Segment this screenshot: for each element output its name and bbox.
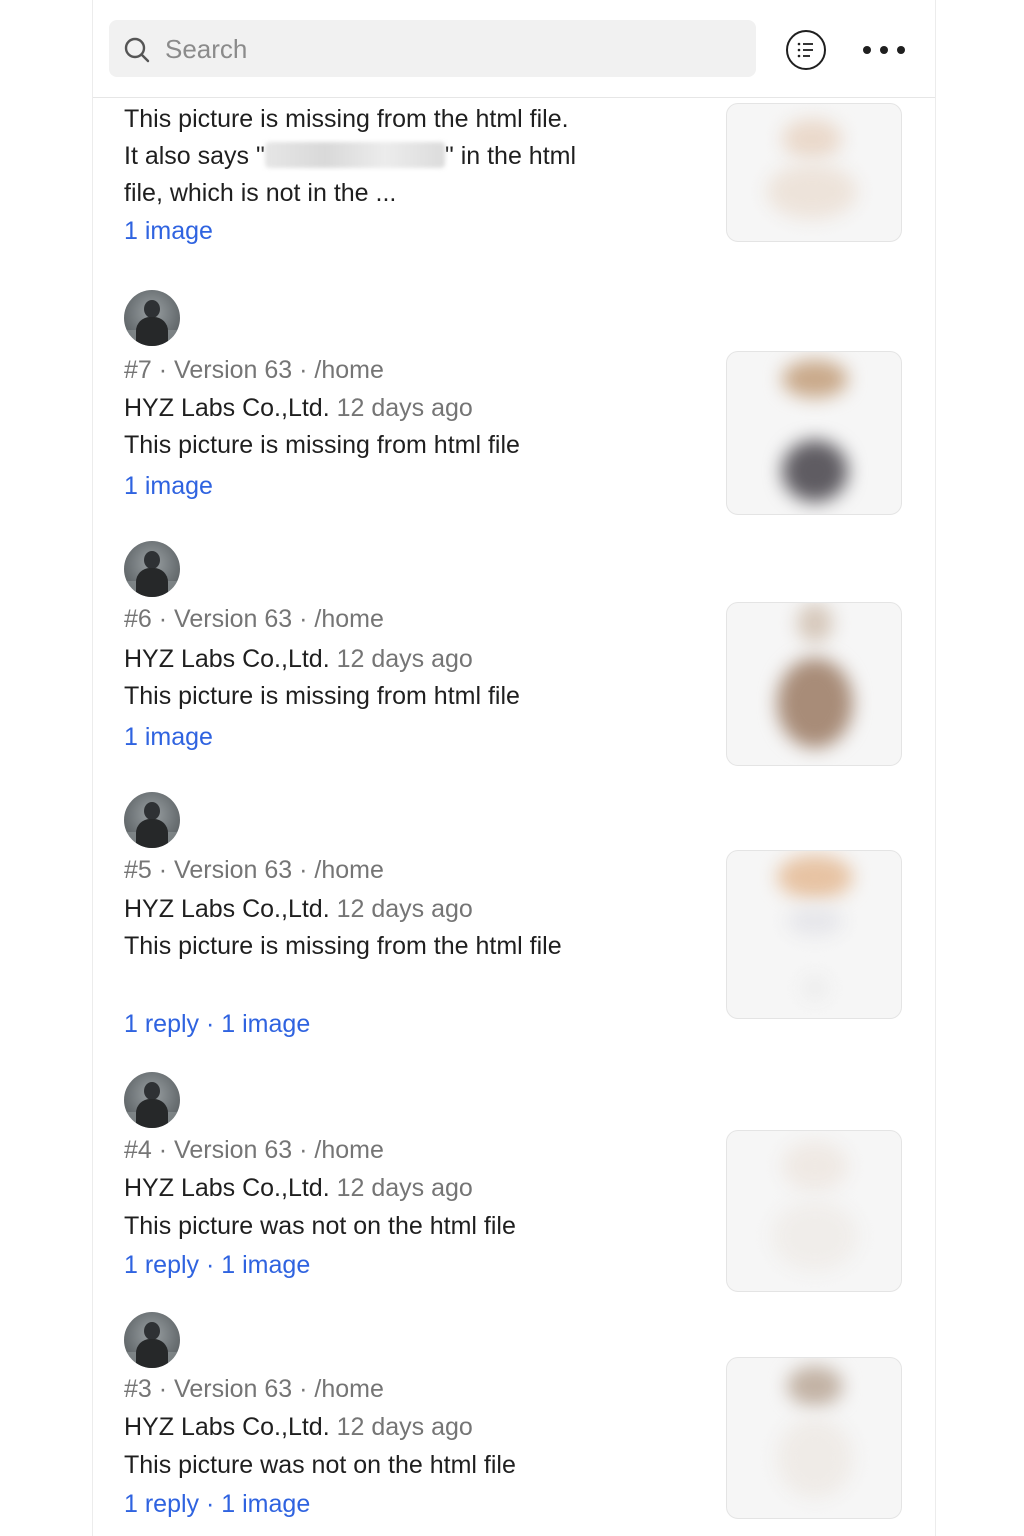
reply-link[interactable]: 1 reply <box>124 1251 199 1279</box>
reply-link[interactable]: 1 reply <box>124 1490 199 1518</box>
image-link[interactable]: 1 image <box>124 472 213 500</box>
comment-links: 1 reply · 1 image <box>124 1010 311 1038</box>
avatar <box>124 1072 180 1128</box>
comment-text: This picture is missing from html file <box>124 431 520 459</box>
avatar <box>124 290 180 346</box>
comment-thumbnail[interactable] <box>726 103 902 242</box>
comment-thumbnail[interactable] <box>726 850 902 1019</box>
comment-author-line: HYZ Labs Co.,Ltd. 12 days ago <box>124 1413 473 1442</box>
image-link[interactable]: 1 image <box>221 1251 310 1279</box>
author-name: HYZ Labs Co.,Ltd. <box>124 895 330 923</box>
image-link[interactable]: 1 image <box>124 723 213 751</box>
comment-text: This picture is missing from html file <box>124 682 520 710</box>
comment-author-line: HYZ Labs Co.,Ltd. 12 days ago <box>124 895 473 924</box>
timestamp: 12 days ago <box>336 895 473 923</box>
search-icon <box>124 37 150 63</box>
filter-list-icon <box>797 42 813 58</box>
avatar <box>124 541 180 597</box>
reply-link[interactable]: 1 reply <box>124 1010 199 1038</box>
avatar <box>124 792 180 848</box>
comment-text: This picture was not on the html file <box>124 1212 516 1240</box>
comment-thumbnail[interactable] <box>726 1357 902 1519</box>
comment-meta: #4 · Version 63 · /home <box>124 1136 384 1164</box>
image-link[interactable]: 1 image <box>221 1490 310 1518</box>
comments-panel: This picture is missing from the html fi… <box>92 0 936 1536</box>
comment-text: This picture was not on the html file <box>124 1451 516 1479</box>
more-horizontal-icon <box>863 46 871 54</box>
comment-author-line: HYZ Labs Co.,Ltd. 12 days ago <box>124 394 473 423</box>
toolbar <box>93 0 935 98</box>
comment-thumbnail[interactable] <box>726 1130 902 1292</box>
author-name: HYZ Labs Co.,Ltd. <box>124 394 330 422</box>
timestamp: 12 days ago <box>336 394 473 422</box>
comment-links: 1 image <box>124 723 213 752</box>
comment-text: This picture is missing from the html fi… <box>124 932 562 960</box>
comment-meta: #6 · Version 63 · /home <box>124 605 384 633</box>
comment-thumbnail[interactable] <box>726 602 902 766</box>
avatar <box>124 1312 180 1368</box>
comment-author-line: HYZ Labs Co.,Ltd. 12 days ago <box>124 1174 473 1203</box>
search-input[interactable] <box>163 20 747 79</box>
redacted-text <box>264 142 445 168</box>
author-name: HYZ Labs Co.,Ltd. <box>124 1413 330 1441</box>
comment-thumbnail[interactable] <box>726 351 902 515</box>
comment-links: 1 reply · 1 image <box>124 1490 311 1518</box>
image-link[interactable]: 1 image <box>124 217 213 245</box>
timestamp: 12 days ago <box>336 1413 473 1441</box>
more-options-button[interactable] <box>863 38 905 62</box>
search-box[interactable] <box>109 20 756 79</box>
comment-links: 1 reply · 1 image <box>124 1251 311 1279</box>
author-name: HYZ Labs Co.,Ltd. <box>124 645 330 673</box>
comment-meta: #7 · Version 63 · /home <box>124 356 384 384</box>
comment-meta: #5 · Version 63 · /home <box>124 856 384 884</box>
filter-button[interactable] <box>786 30 826 70</box>
comment-links: 1 image <box>124 217 213 246</box>
comment-text: This picture is missing from the html fi… <box>124 105 577 207</box>
timestamp: 12 days ago <box>336 1174 473 1202</box>
timestamp: 12 days ago <box>336 645 473 673</box>
image-link[interactable]: 1 image <box>221 1010 310 1038</box>
comment-meta: #3 · Version 63 · /home <box>124 1375 384 1403</box>
comment-links: 1 image <box>124 472 213 501</box>
author-name: HYZ Labs Co.,Ltd. <box>124 1174 330 1202</box>
comment-author-line: HYZ Labs Co.,Ltd. 12 days ago <box>124 645 473 674</box>
